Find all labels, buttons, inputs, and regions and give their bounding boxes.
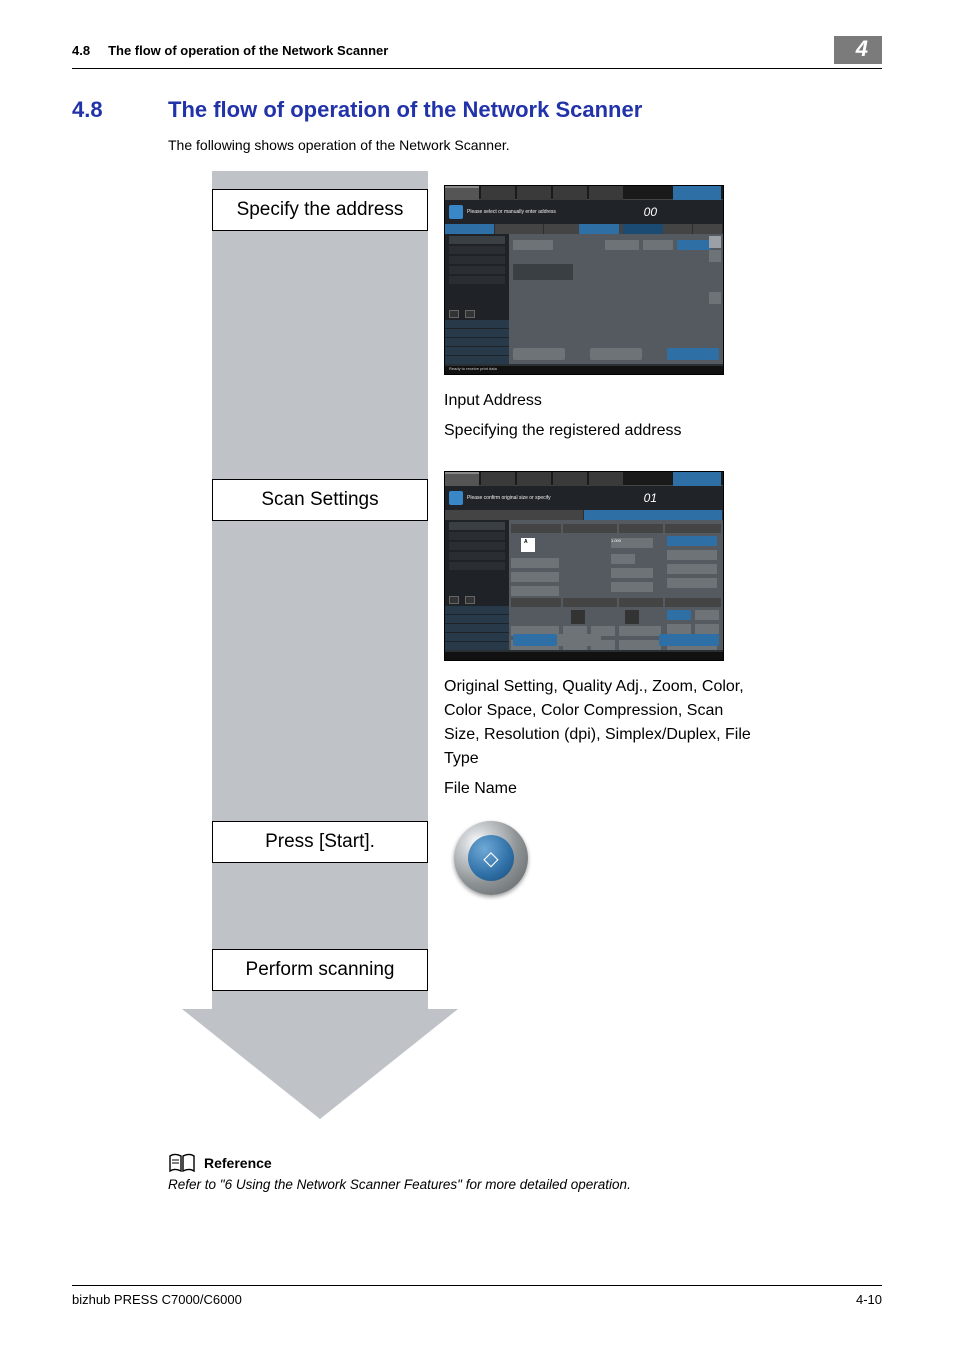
page-footer: bizhub PRESS C7000/C6000 4-10 xyxy=(72,1285,882,1307)
heading-title: The flow of operation of the Network Sca… xyxy=(168,97,642,123)
intro-text: The following shows operation of the Net… xyxy=(168,137,882,153)
set-number: 00 xyxy=(644,205,657,219)
flow-step-1: Specify the address xyxy=(212,189,428,231)
status-bar xyxy=(445,652,723,660)
book-icon xyxy=(168,1153,196,1173)
header-section-title: The flow of operation of the Network Sca… xyxy=(108,43,834,58)
footer-product: bizhub PRESS C7000/C6000 xyxy=(72,1292,242,1307)
info-icon xyxy=(449,491,463,505)
header-section-number: 4.8 xyxy=(72,43,90,58)
address-screen-block: Please select or manually enter address … xyxy=(444,185,754,449)
scan-caption-1: Original Setting, Quality Adj., Zoom, Co… xyxy=(444,675,754,771)
flow-step-label: Scan Settings xyxy=(212,479,428,521)
heading-number: 4.8 xyxy=(72,97,168,123)
scan-caption-2: File Name xyxy=(444,777,754,801)
flow-step-4: Perform scanning xyxy=(212,949,428,991)
page-header: 4.8 The flow of operation of the Network… xyxy=(72,36,882,69)
flow-step-2: Scan Settings xyxy=(212,479,428,521)
status-bar: Ready to receive print data xyxy=(445,366,723,374)
footer-page-number: 4-10 xyxy=(856,1292,882,1307)
reference-text: Refer to "6 Using the Network Scanner Fe… xyxy=(168,1177,882,1192)
section-heading: 4.8 The flow of operation of the Network… xyxy=(72,97,882,123)
info-icon xyxy=(449,205,463,219)
flow-step-label: Press [Start]. xyxy=(212,821,428,863)
flow-step-label: Perform scanning xyxy=(212,949,428,991)
prompt-text: Please select or manually enter address xyxy=(467,209,644,215)
reference-label: Reference xyxy=(204,1155,272,1171)
flow-step-3: Press [Start]. xyxy=(212,821,428,863)
chapter-badge: 4 xyxy=(834,36,882,64)
set-number: 01 xyxy=(644,491,657,505)
address-caption-2: Specifying the registered address xyxy=(444,419,754,443)
flow-step-label: Specify the address xyxy=(212,189,428,231)
address-caption-1: Input Address xyxy=(444,389,754,413)
start-button-block: ◇ xyxy=(444,821,754,895)
value-1000: 1.000 xyxy=(611,538,653,548)
start-icon: ◇ xyxy=(483,846,498,871)
reference-block: Reference Refer to "6 Using the Network … xyxy=(168,1153,882,1192)
prompt-text: Please confirm original size or specify xyxy=(467,495,644,501)
start-button-image: ◇ xyxy=(454,821,528,895)
scan-settings-screenshot: Please confirm original size or specify … xyxy=(444,471,724,661)
scan-settings-block: Please confirm original size or specify … xyxy=(444,471,754,807)
address-screenshot: Please select or manually enter address … xyxy=(444,185,724,375)
